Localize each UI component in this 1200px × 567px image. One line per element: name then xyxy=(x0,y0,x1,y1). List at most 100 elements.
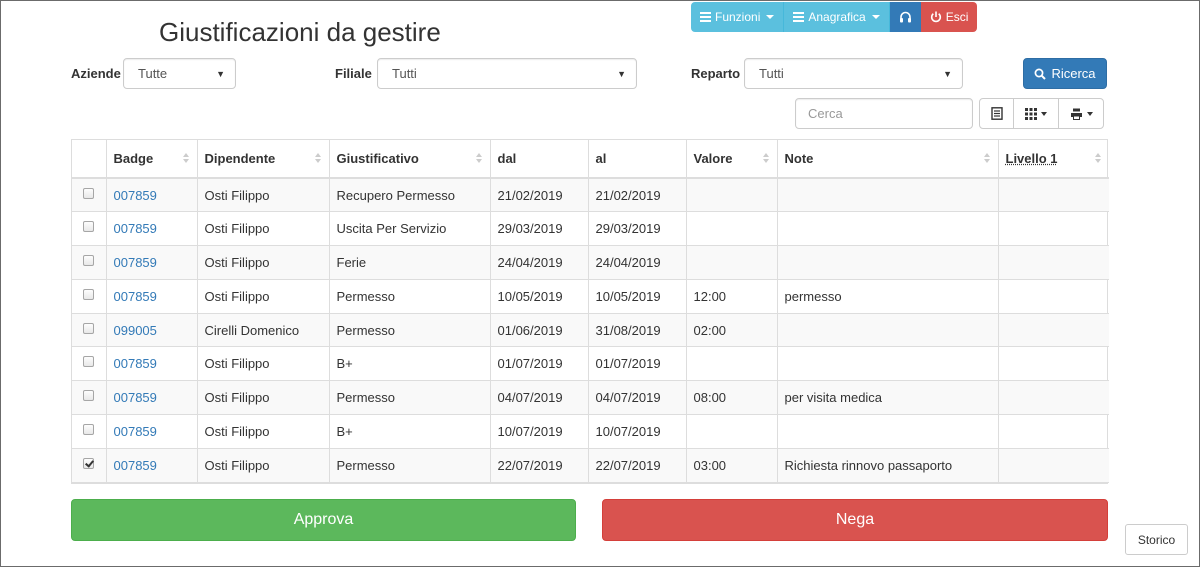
column-header-badge[interactable]: Badge xyxy=(105,140,198,179)
anagrafica-label: Anagrafica xyxy=(808,10,866,24)
column-header-livello-1[interactable]: Livello 1 xyxy=(997,140,1109,179)
column-header-al[interactable]: al xyxy=(587,140,687,179)
cell-dipendente: Osti Filippo xyxy=(196,245,330,280)
aziende-label: Aziende xyxy=(71,66,121,81)
cell-livello1 xyxy=(997,414,1109,449)
badge-link[interactable]: 007859 xyxy=(114,356,157,371)
column-header-dal[interactable]: dal xyxy=(489,140,589,179)
export-button[interactable] xyxy=(1058,98,1104,129)
cell-dipendente: Osti Filippo xyxy=(196,177,330,213)
badge-link[interactable]: 099005 xyxy=(114,323,157,338)
anagrafica-menu-button[interactable]: Anagrafica xyxy=(784,2,890,32)
badge-link[interactable]: 007859 xyxy=(114,289,157,304)
cell-valore: 08:00 xyxy=(685,380,778,416)
column-header-dipendente[interactable]: Dipendente xyxy=(196,140,330,179)
column-header-note[interactable]: Note xyxy=(776,140,999,179)
badge-link[interactable]: 007859 xyxy=(114,221,157,236)
cell-valore: 12:00 xyxy=(685,278,778,314)
cell-al: 24/04/2019 xyxy=(587,245,687,280)
sort-icon xyxy=(475,153,482,163)
table-row[interactable]: 007859 Osti Filippo Permesso 22/07/2019 22/0… xyxy=(72,447,1109,483)
cell-giustificativo: Recupero Permesso xyxy=(328,177,491,213)
badge-link[interactable]: 007859 xyxy=(114,255,157,270)
headphones-icon xyxy=(899,11,911,23)
cell-note xyxy=(776,177,999,213)
row-checkbox[interactable] xyxy=(83,390,95,402)
row-checkbox[interactable] xyxy=(83,254,95,266)
cell-livello1 xyxy=(997,278,1109,314)
cell-note: per visita medica xyxy=(776,380,999,416)
row-checkbox-cell xyxy=(72,278,107,314)
list-icon xyxy=(700,12,711,22)
badge-link[interactable]: 007859 xyxy=(114,390,157,405)
cell-al: 04/07/2019 xyxy=(587,380,687,416)
cell-giustificativo: Permesso xyxy=(328,380,491,416)
table-search-input[interactable] xyxy=(795,98,973,129)
cell-valore xyxy=(685,211,778,247)
column-header-valore[interactable]: Valore xyxy=(685,140,778,179)
cell-valore: 03:00 xyxy=(685,447,778,483)
top-navbar: Funzioni Anagrafica Esci xyxy=(691,2,978,32)
row-checkbox-cell xyxy=(72,245,107,280)
row-checkbox-cell xyxy=(72,211,107,247)
row-checkbox-cell xyxy=(72,177,107,213)
cell-note: permesso xyxy=(776,278,999,314)
cell-dipendente: Osti Filippo xyxy=(196,380,330,416)
badge-link[interactable]: 007859 xyxy=(114,424,157,439)
row-checkbox[interactable] xyxy=(83,187,95,199)
toggle-view-button[interactable] xyxy=(979,98,1014,129)
cell-dal: 10/05/2019 xyxy=(489,278,589,314)
cell-valore: 02:00 xyxy=(685,312,778,348)
filiale-select[interactable]: Tutti ▼ xyxy=(377,58,637,89)
cell-badge: 007859 xyxy=(105,278,198,314)
history-button[interactable]: Storico xyxy=(1125,524,1188,555)
cell-livello1 xyxy=(997,245,1109,280)
logout-label: Esci xyxy=(945,10,969,24)
funzioni-label: Funzioni xyxy=(715,10,761,24)
cell-dipendente: Osti Filippo xyxy=(196,278,330,314)
aziende-value: Tutte xyxy=(138,66,168,81)
deny-button[interactable]: Nega xyxy=(602,499,1108,541)
table-row[interactable]: 099005 Cirelli Domenico Permesso 01/06/2019… xyxy=(72,312,1109,348)
row-checkbox[interactable] xyxy=(83,423,95,435)
table-row[interactable]: 007859 Osti Filippo B+ 10/07/2019 10/07/2019 xyxy=(72,414,1109,449)
badge-link[interactable]: 007859 xyxy=(114,458,157,473)
cell-al: 21/02/2019 xyxy=(587,177,687,213)
row-checkbox[interactable] xyxy=(83,322,95,334)
aziende-select[interactable]: Tutte ▼ xyxy=(123,58,236,89)
support-button[interactable] xyxy=(889,2,921,32)
table-row[interactable]: 007859 Osti Filippo Recupero Permesso 21/02… xyxy=(72,177,1109,213)
row-checkbox[interactable] xyxy=(83,356,95,368)
columns-grid-icon xyxy=(1025,107,1037,120)
row-checkbox[interactable] xyxy=(83,288,95,300)
reparto-select[interactable]: Tutti ▼ xyxy=(744,58,963,89)
row-checkbox[interactable] xyxy=(83,457,95,469)
table-row[interactable]: 007859 Osti Filippo B+ 01/07/2019 01/07/2019 xyxy=(72,346,1109,382)
cell-giustificativo: Permesso xyxy=(328,278,491,314)
search-button-label: Ricerca xyxy=(1051,66,1096,81)
cell-badge: 007859 xyxy=(105,414,198,449)
table-row[interactable]: 007859 Osti Filippo Permesso 10/05/2019 10/0… xyxy=(72,278,1109,314)
cell-badge: 007859 xyxy=(105,177,198,213)
sort-icon xyxy=(983,153,990,163)
cell-dipendente: Osti Filippo xyxy=(196,447,330,483)
sort-icon xyxy=(314,153,321,163)
cell-valore xyxy=(685,346,778,382)
cell-badge: 099005 xyxy=(105,312,198,348)
select-arrow-icon: ▼ xyxy=(216,68,225,79)
table-row[interactable]: 007859 Osti Filippo Permesso 04/07/2019 04/0… xyxy=(72,380,1109,416)
row-checkbox[interactable] xyxy=(83,221,95,233)
columns-toggle-button[interactable] xyxy=(1013,98,1059,129)
cell-dal: 29/03/2019 xyxy=(489,211,589,247)
table-row[interactable]: 007859 Osti Filippo Ferie 24/04/2019 24/04/2… xyxy=(72,245,1109,280)
funzioni-menu-button[interactable]: Funzioni xyxy=(691,2,785,32)
table-row[interactable]: 007859 Osti Filippo Uscita Per Servizio 29/… xyxy=(72,211,1109,247)
row-checkbox-cell xyxy=(72,447,107,483)
search-button[interactable]: Ricerca xyxy=(1023,58,1107,89)
column-header-giustificativo[interactable]: Giustificativo xyxy=(328,140,491,179)
select-arrow-icon: ▼ xyxy=(617,68,626,79)
badge-link[interactable]: 007859 xyxy=(114,188,157,203)
approve-button[interactable]: Approva xyxy=(71,499,576,541)
logout-button[interactable]: Esci xyxy=(920,2,978,32)
row-checkbox-cell xyxy=(72,414,107,449)
